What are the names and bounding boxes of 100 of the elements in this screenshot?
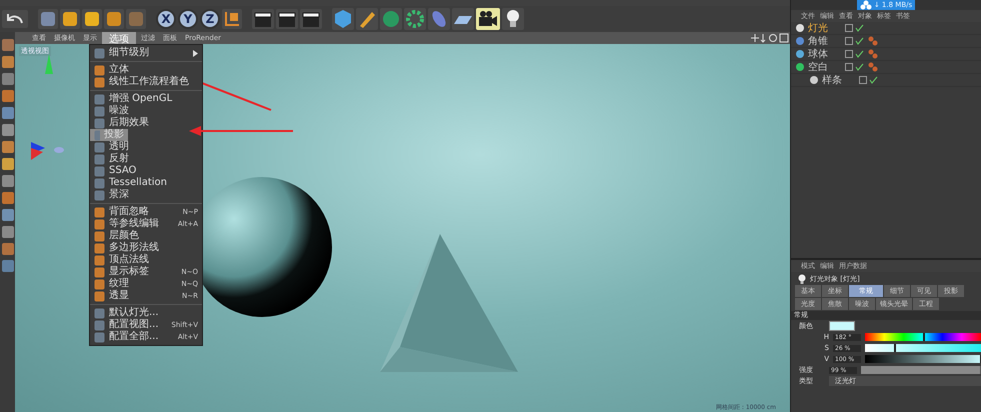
- clapperboard-icon[interactable]: [276, 9, 298, 29]
- menu-item-label: 顶点法线: [109, 254, 150, 266]
- object-name: 空白: [808, 60, 829, 74]
- menu-item[interactable]: Tessellation: [90, 177, 202, 189]
- menu-item[interactable]: 噪波: [90, 105, 202, 117]
- menu-item[interactable]: 多边形法线: [90, 242, 202, 254]
- tool-icon[interactable]: [0, 208, 14, 222]
- menu-item[interactable]: 透明: [90, 141, 202, 153]
- axis-lock-button[interactable]: Z: [200, 9, 220, 29]
- menu-item-icon: [94, 178, 105, 188]
- intensity-slider-fill[interactable]: [861, 366, 980, 374]
- coordinate-icon[interactable]: [222, 9, 242, 29]
- menu-item[interactable]: 线性工作流程着色: [90, 76, 202, 88]
- tool-icon[interactable]: [0, 106, 14, 120]
- undo-icon[interactable]: [2, 10, 28, 28]
- gear-icon[interactable]: [404, 8, 426, 30]
- tool-icon[interactable]: [0, 242, 14, 256]
- menu-item-icon: [94, 64, 105, 76]
- menu-item-label: 增强 OpenGL: [109, 93, 174, 104]
- visibility-checks-icon: [845, 62, 865, 72]
- tool-icon[interactable]: [0, 72, 14, 86]
- object-name: 角锥: [808, 34, 829, 48]
- menu-item-icon: [94, 266, 105, 278]
- gem-icon[interactable]: [380, 8, 402, 30]
- object-row[interactable]: 空白: [791, 61, 981, 74]
- visibility-checks-icon: [845, 36, 865, 46]
- floor-icon[interactable]: [452, 8, 474, 30]
- tool-icon[interactable]: [82, 9, 102, 29]
- menu-item-label: 多边形法线: [109, 242, 160, 254]
- object-name: 球体: [808, 48, 829, 61]
- camera-icon[interactable]: [476, 8, 500, 30]
- tool-icon[interactable]: [0, 140, 14, 154]
- tool-icon[interactable]: [0, 225, 14, 239]
- pen-icon[interactable]: [356, 8, 378, 30]
- menu-item-label: SSAO: [109, 165, 138, 177]
- menu-item-label: 等参线编辑: [109, 218, 160, 230]
- slider-marker[interactable]: [922, 333, 925, 341]
- axis-lock-button[interactable]: X: [156, 9, 176, 29]
- menu-item-icon: [94, 290, 105, 302]
- menu-item-icon: [94, 48, 105, 58]
- tool-icon[interactable]: [0, 157, 14, 171]
- menu-item-icon: [94, 278, 105, 290]
- tool-icon[interactable]: [38, 9, 58, 29]
- menu-item[interactable]: 后期效果: [90, 117, 202, 129]
- menu-item[interactable]: 景深: [90, 189, 202, 201]
- clapperboard-icon[interactable]: [300, 9, 322, 29]
- menu-item[interactable]: 立体: [90, 64, 202, 76]
- menu-item-icon: [94, 230, 105, 242]
- navigation-icons-drawing[interactable]: [750, 33, 790, 43]
- color-slider[interactable]: [865, 344, 981, 352]
- tool-icon[interactable]: [0, 174, 14, 188]
- tool-icon[interactable]: [0, 191, 14, 205]
- menu-item[interactable]: 顶点法线: [90, 254, 202, 266]
- visibility-checks-icon: [845, 49, 865, 59]
- menu-item[interactable]: 增强 OpenGL: [90, 93, 202, 105]
- object-row[interactable]: 角锥: [791, 35, 981, 48]
- menu-item[interactable]: 细节级别: [90, 47, 202, 59]
- menu-item-icon: [94, 106, 105, 116]
- menu-item[interactable]: SSAO: [90, 165, 202, 177]
- menu-item[interactable]: 层颜色: [90, 230, 202, 242]
- menu-item-label: Tessellation: [109, 177, 168, 188]
- tool-icon[interactable]: [0, 259, 14, 273]
- menu-item-label: 后期效果: [109, 117, 150, 128]
- cloud-icon: [860, 0, 872, 10]
- menu-item-icon: [94, 254, 105, 266]
- light-bulb-icon[interactable]: [502, 8, 524, 30]
- menu-item-icon: [94, 94, 105, 104]
- menu-item-icon: [94, 166, 105, 176]
- menu-item-icon: [94, 154, 105, 164]
- light-bulb-icon: [797, 274, 807, 284]
- tool-icon[interactable]: [0, 38, 14, 52]
- menu-item-label: 配置全部...: [109, 331, 160, 343]
- color-slider[interactable]: [865, 355, 981, 363]
- menu-item-label: 细节级别: [109, 47, 150, 59]
- menu-item-icon: [94, 242, 105, 254]
- menu-item-label: 配置视图...: [109, 319, 160, 330]
- tool-icon[interactable]: [60, 9, 80, 29]
- menu-item-label: 立体: [109, 64, 130, 76]
- object-row[interactable]: 球体: [791, 48, 981, 61]
- clapperboard-icon[interactable]: [252, 9, 274, 29]
- menu-item-label: 景深: [109, 189, 130, 201]
- tool-icon[interactable]: [0, 123, 14, 137]
- axis-lock-button[interactable]: Y: [178, 9, 198, 29]
- tool-icon[interactable]: [104, 9, 124, 29]
- tool-icon[interactable]: [0, 89, 14, 103]
- color-slider[interactable]: [865, 333, 981, 341]
- capsule-icon[interactable]: [428, 8, 450, 30]
- menu-item-label: 透显: [109, 290, 130, 302]
- menu-item-icon: [94, 218, 105, 230]
- slider-marker[interactable]: [894, 344, 896, 352]
- object-row[interactable]: 样条: [791, 74, 981, 87]
- menu-item-label: 反射: [109, 153, 130, 165]
- tool-icon[interactable]: [0, 55, 14, 69]
- color-swatch[interactable]: [829, 321, 855, 331]
- cube-icon[interactable]: [332, 8, 354, 30]
- menu-item-icon: [94, 332, 105, 342]
- menu-item-label: 纹理: [109, 278, 130, 290]
- menu-item[interactable]: 反射: [90, 153, 202, 165]
- object-row[interactable]: 灯光: [791, 22, 981, 35]
- menu-item[interactable]: 默认灯光...: [90, 307, 202, 319]
